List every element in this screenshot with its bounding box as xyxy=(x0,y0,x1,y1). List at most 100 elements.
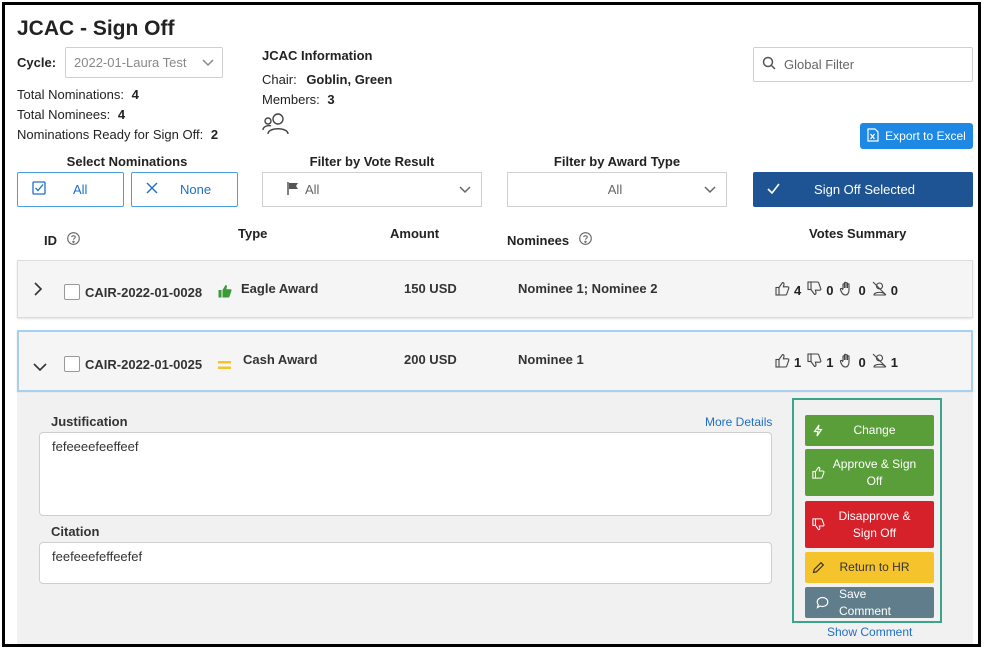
chevron-down-icon[interactable] xyxy=(33,359,47,377)
change-button[interactable]: Change xyxy=(805,415,934,446)
disapprove-label: Disapprove & Sign Off xyxy=(838,508,911,540)
disapprove-count: 0 xyxy=(826,282,834,298)
total-nominees-label: Total Nominees: xyxy=(17,107,111,122)
thumbs-down-icon xyxy=(805,518,831,531)
members-value: 3 xyxy=(327,92,335,107)
cycle-select[interactable]: 2022-01-Laura Test xyxy=(65,47,223,78)
thumbs-up-green-icon xyxy=(218,284,232,303)
jcac-chair: Chair: Goblin, Green xyxy=(262,72,392,87)
row-amount: 200 USD xyxy=(404,352,457,367)
table-row[interactable]: CAIR-2022-01-0025 Cash Award 200 USD Nom… xyxy=(17,330,973,392)
chair-label: Chair: xyxy=(262,72,297,87)
citation-textarea[interactable]: feefeeefeffeefef xyxy=(39,542,772,584)
total-nominations: Total Nominations: 4 xyxy=(17,87,139,102)
select-none-label: None xyxy=(180,182,212,197)
abstain-count: 0 xyxy=(858,354,866,370)
close-icon xyxy=(146,182,158,197)
sign-off-selected-label: Sign Off Selected xyxy=(814,182,915,197)
column-amount[interactable]: Amount xyxy=(390,226,439,241)
members-label: Members: xyxy=(262,92,320,107)
no-vote-count: 1 xyxy=(890,354,898,370)
members-group-icon[interactable] xyxy=(262,112,292,141)
votes-summary: 1 1 0 1 xyxy=(775,353,898,371)
award-filter-heading: Filter by Award Type xyxy=(553,154,681,169)
row-nominees: Nominee 1; Nominee 2 xyxy=(518,281,658,296)
comment-bubble-icon xyxy=(805,596,839,609)
chevron-down-icon xyxy=(459,182,471,197)
row-type: Cash Award xyxy=(243,352,318,367)
table-row[interactable]: CAIR-2022-01-0028 Eagle Award 150 USD No… xyxy=(17,260,973,318)
total-nominees: Total Nominees: 4 xyxy=(17,107,125,122)
no-vote-count: 0 xyxy=(890,282,898,298)
return-to-hr-button[interactable]: Return to HR xyxy=(805,552,934,583)
column-votes-summary: Votes Summary xyxy=(809,226,907,241)
equals-yellow-icon xyxy=(218,357,231,375)
column-type[interactable]: Type xyxy=(238,226,267,241)
thumbs-up-icon xyxy=(775,281,790,299)
approve-sign-off-button[interactable]: Approve & Sign Off xyxy=(805,449,934,496)
checkbox-check-icon xyxy=(32,181,46,198)
ready-nominations: Nominations Ready for Sign Off: 2 xyxy=(17,127,218,142)
thumbs-up-icon xyxy=(775,353,790,371)
row-checkbox[interactable] xyxy=(64,284,80,300)
search-icon xyxy=(762,56,776,73)
select-all-label: All xyxy=(73,182,88,197)
select-all-button[interactable]: All xyxy=(17,172,124,207)
save-comment-label: Save Comment xyxy=(839,586,892,618)
row-checkbox[interactable] xyxy=(64,356,80,372)
show-comment-link[interactable]: Show Comment xyxy=(827,625,912,639)
column-id[interactable]: ID xyxy=(44,232,80,248)
app-window: JCAC - Sign Off Cycle: 2022-01-Laura Tes… xyxy=(2,2,981,647)
award-filter-select[interactable]: All xyxy=(507,172,727,207)
return-label: Return to HR xyxy=(839,560,910,574)
sign-off-selected-button[interactable]: Sign Off Selected xyxy=(753,172,973,207)
change-label: Change xyxy=(853,423,896,437)
approve-count: 4 xyxy=(794,282,802,298)
total-nominations-label: Total Nominations: xyxy=(17,87,124,102)
citation-label: Citation xyxy=(51,524,100,539)
thumbs-down-icon xyxy=(807,281,822,299)
row-id[interactable]: CAIR-2022-01-0028 xyxy=(85,285,202,300)
save-comment-button[interactable]: Save Comment xyxy=(805,587,934,618)
global-filter-placeholder: Global Filter xyxy=(784,57,855,72)
global-filter-input[interactable]: Global Filter xyxy=(753,47,973,82)
flag-icon xyxy=(287,181,299,198)
column-nominees[interactable]: Nominees xyxy=(507,232,592,248)
cycle-label: Cycle: xyxy=(17,55,57,70)
abstain-count: 0 xyxy=(858,282,866,298)
excel-file-icon xyxy=(867,127,879,145)
chevron-down-icon xyxy=(704,182,716,197)
column-id-label: ID xyxy=(44,232,57,248)
disapprove-sign-off-button[interactable]: Disapprove & Sign Off xyxy=(805,501,934,548)
user-slash-icon xyxy=(872,281,887,299)
justification-textarea[interactable]: fefeeeefeeffeef xyxy=(39,432,772,516)
help-circle-icon[interactable] xyxy=(67,232,80,248)
approve-count: 1 xyxy=(794,354,802,370)
action-buttons-group: Change Approve & Sign Off Disapprove & S… xyxy=(792,398,942,623)
total-nominees-value: 4 xyxy=(117,107,126,122)
pencil-icon xyxy=(805,561,831,574)
chevron-right-icon[interactable] xyxy=(34,282,43,301)
row-type: Eagle Award xyxy=(241,281,319,296)
justification-label: Justification xyxy=(51,414,128,429)
total-nominations-value: 4 xyxy=(131,87,139,102)
select-none-button[interactable]: None xyxy=(131,172,238,207)
page-title: JCAC - Sign Off xyxy=(17,17,175,40)
cycle-value: 2022-01-Laura Test xyxy=(74,55,187,70)
vote-filter-select[interactable]: All xyxy=(262,172,482,207)
more-details-link[interactable]: More Details xyxy=(705,415,772,429)
user-slash-icon xyxy=(872,353,887,371)
export-excel-button[interactable]: Export to Excel xyxy=(860,123,973,149)
thumbs-up-icon xyxy=(805,466,831,479)
votes-summary: 4 0 0 0 xyxy=(775,281,898,299)
row-amount: 150 USD xyxy=(404,281,457,296)
row-nominees: Nominee 1 xyxy=(518,352,584,367)
row-id[interactable]: CAIR-2022-01-0025 xyxy=(85,357,202,372)
thumbs-down-icon xyxy=(807,353,822,371)
ready-label: Nominations Ready for Sign Off: xyxy=(17,127,204,142)
checkmark-icon xyxy=(767,182,780,197)
ready-value: 2 xyxy=(210,127,219,142)
approve-label: Approve & Sign Off xyxy=(832,456,917,488)
help-circle-icon[interactable] xyxy=(579,232,592,248)
hand-abstain-icon xyxy=(839,353,854,371)
